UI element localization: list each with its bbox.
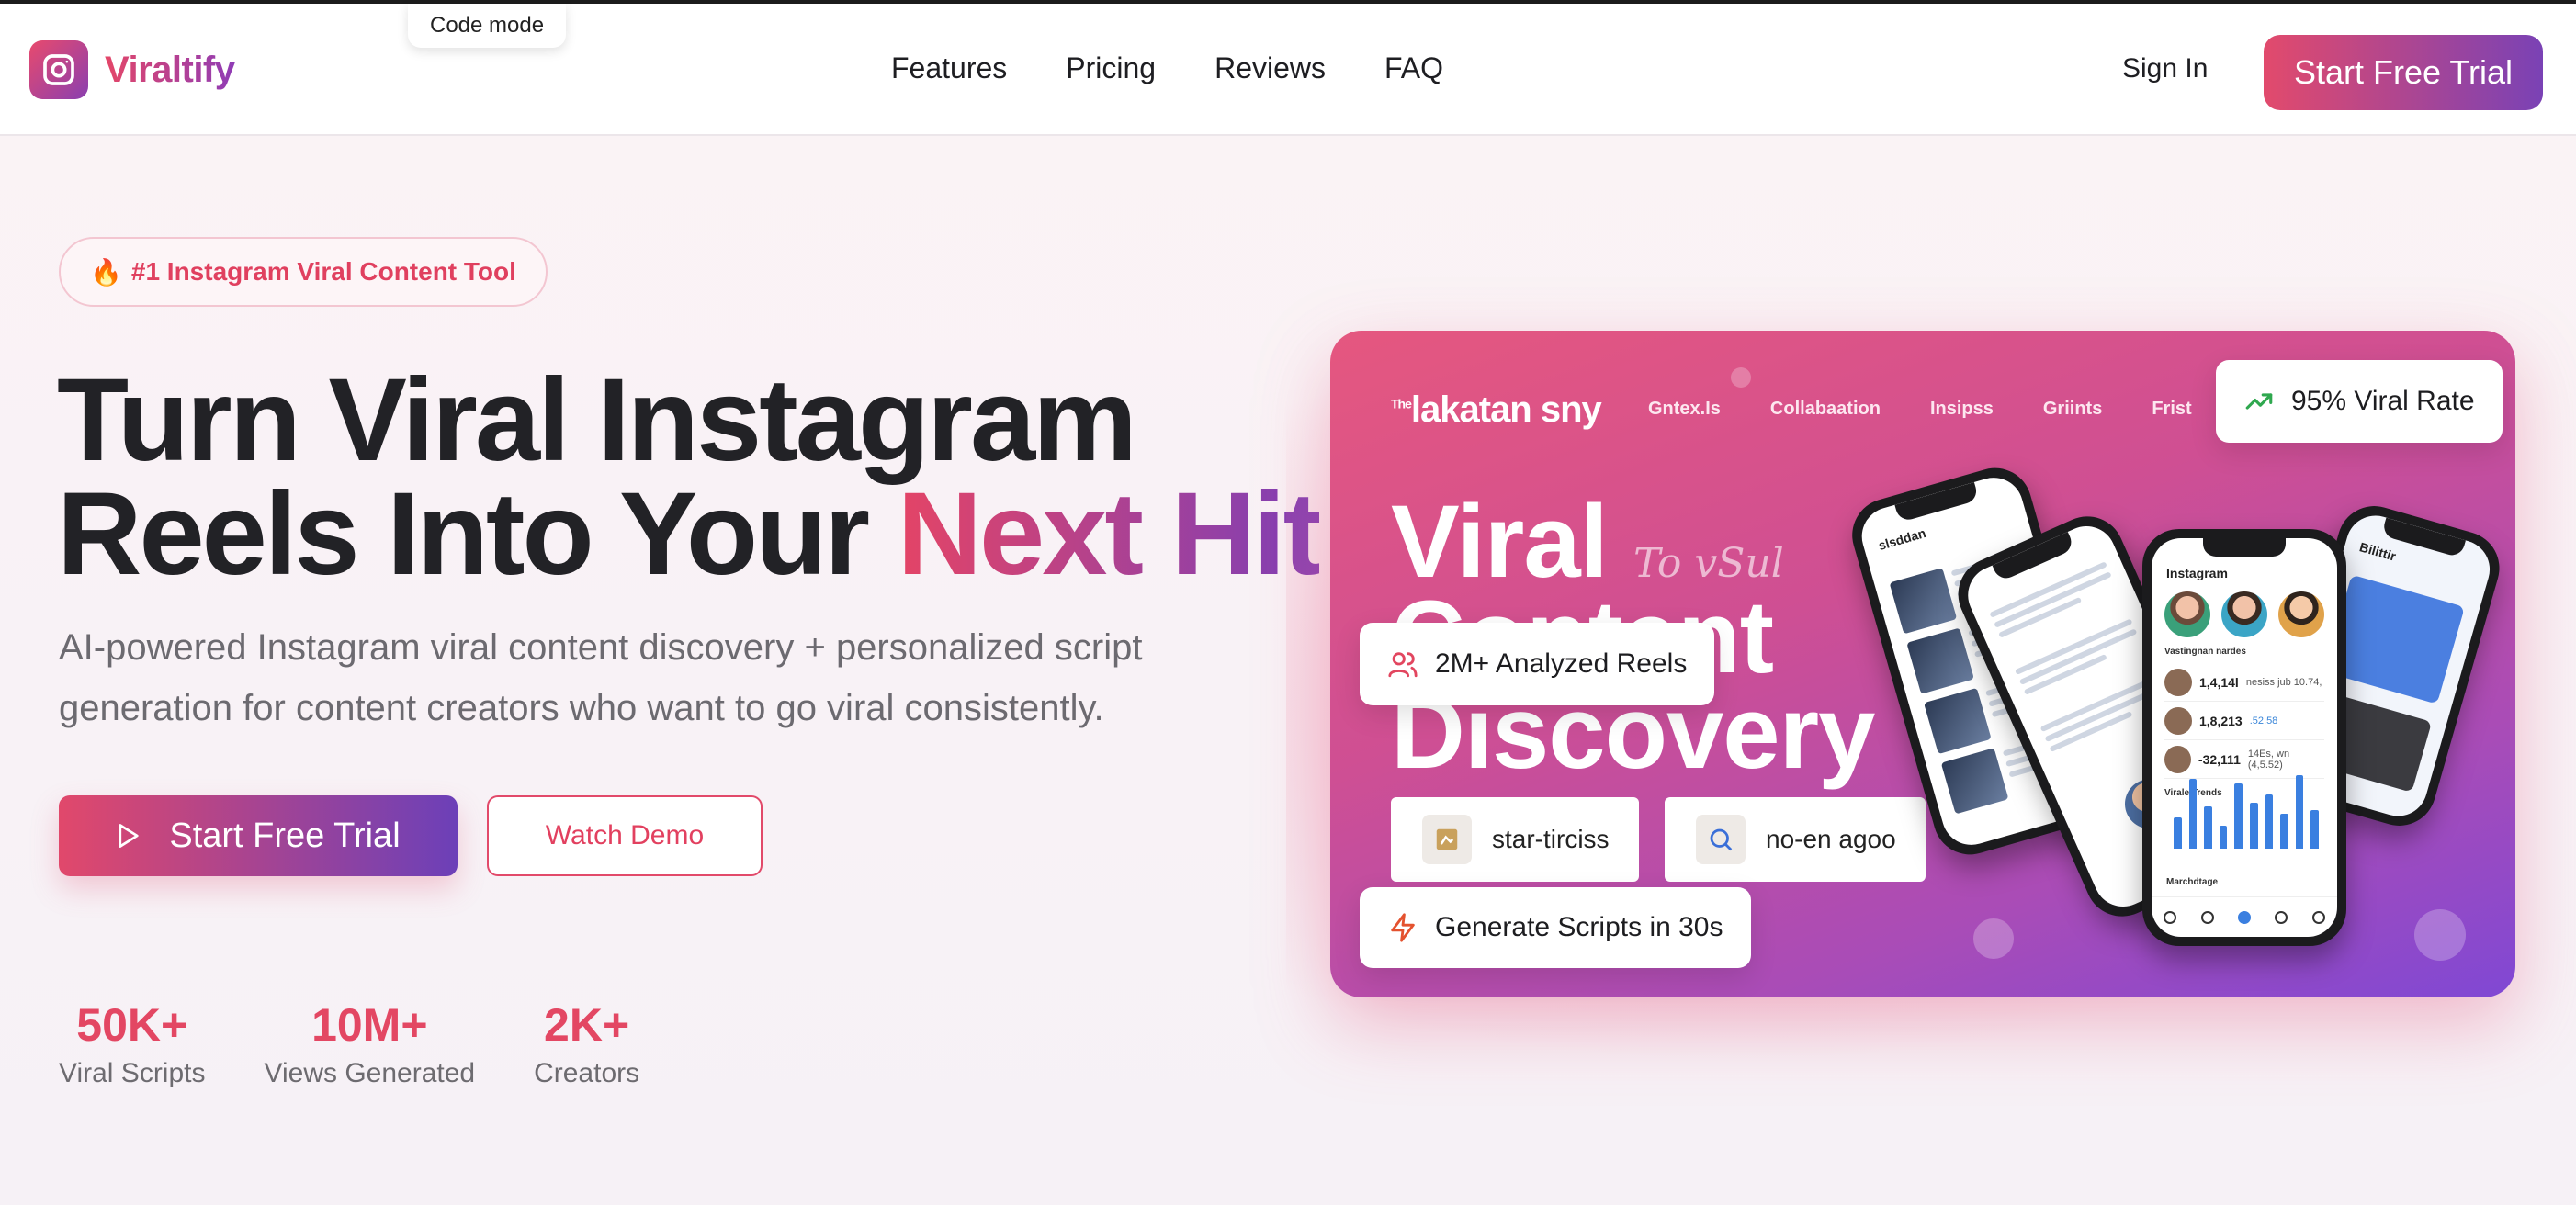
nav-link-faq[interactable]: FAQ [1384,51,1443,85]
play-icon [119,824,139,848]
stat-label: Creators [534,1058,640,1088]
phone-center-title: Instagram [2166,566,2228,580]
avatar [2164,591,2210,637]
users-icon [1388,652,1418,678]
analyzed-reels-chip: 2M+ Analyzed Reels [1360,623,1715,705]
phone-tabbar [2152,896,2337,937]
nav-link-reviews[interactable]: Reviews [1215,51,1326,85]
preview-pill-1-label: star-tirciss [1492,825,1610,853]
hero-badge-text: #1 Instagram Viral Content Tool [130,257,516,286]
analyzed-reels-label: 2M+ Analyzed Reels [1435,648,1688,679]
phone-footer-label: Marchdtage [2166,877,2219,887]
code-mode-tooltip: Code mode [408,4,567,48]
watch-demo-button[interactable]: Watch Demo [487,795,763,876]
hero-title-line1: Turn Viral Instagram [57,355,1137,486]
viral-rate-chip: 95% Viral Rate [2216,360,2503,443]
stat-value: 50K+ [76,999,188,1051]
trending-up-icon [2245,393,2273,410]
list-item: 1,8,213.52,58 [2164,702,2324,740]
top-navigation: Viraltify Code mode Features Pricing Rev… [0,4,2576,136]
stat-label: Viral Scripts [59,1058,206,1088]
phone-left-title: slsddan [1876,525,1928,553]
avatar [2221,591,2267,637]
list-item: 1,4,14l nesiss jub 10.74, [2164,663,2324,702]
preview-pill-2-label: no-en agoo [1766,825,1896,853]
bokeh-dot [1973,918,2014,959]
hero-subtitle: AI-powered Instagram viral content disco… [59,627,1143,728]
hero-badge: 🔥 #1 Instagram Viral Content Tool [59,237,548,307]
preview-menu-item: Gntex.Is [1648,399,1721,419]
viral-rate-label: 95% Viral Rate [2291,386,2475,416]
nav-link-pricing[interactable]: Pricing [1066,51,1156,85]
stat-label: Views Generated [264,1058,476,1088]
sign-in-link[interactable]: Sign In [2122,53,2208,84]
instagram-icon [29,40,88,99]
preview-script-text: To vSul [1633,540,1784,587]
hero-start-trial-label: Start Free Trial [169,816,401,855]
preview-brand-sup: The [1391,396,1412,411]
hero-title-line2: Reels Into Your [57,468,898,600]
preview-pill-2: no-en agoo [1665,797,1926,882]
phone-center-avatars [2164,591,2324,637]
brand-logo[interactable]: Viraltify [29,40,235,99]
phone-section-label: Vastingnan nardes [2164,647,2246,657]
preview-menu-item: Insipss [1929,399,1994,419]
stat-views-generated: 10M+ Views Generated [265,997,476,1089]
preview-menu: Gntex.Is Collabaation Insipss Griints Fr… [1648,399,2192,420]
stat-viral-scripts: 50K+ Viral Scripts [59,997,206,1089]
nav-start-trial-button[interactable]: Start Free Trial [2264,35,2543,110]
analytics-icon [1696,815,1746,864]
avatar [2278,591,2324,637]
hero-title-accent: Next Hit [897,468,1323,600]
nav-link-features[interactable]: Features [891,51,1007,85]
brand-name: Viraltify [105,49,235,90]
hero-start-trial-button[interactable]: Start Free Trial [59,795,458,876]
bokeh-dot [2414,909,2466,961]
generate-scripts-chip: Generate Scripts in 30s [1360,887,1751,968]
stat-value: 2K+ [544,999,630,1051]
lightning-icon [1391,913,1415,942]
preview-menu-item: Collabaation [1769,399,1881,419]
main-menu: Features Pricing Reviews FAQ [891,51,1443,85]
phone-right-title: Bilittir [2357,539,2398,564]
preview-menu-item: Frist [2152,399,2192,419]
preview-brand-text: lakatan sny [1410,389,1602,430]
hero-stats: 50K+ Viral Scripts 10M+ Views Generated … [59,997,639,1089]
bokeh-dot [1731,367,1751,388]
phone-mockup-center: Instagram Vastingnan nardes 1,4,14l nesis… [2142,529,2346,946]
preview-pill-1: star-tirciss [1391,797,1639,882]
stat-value: 10M+ [311,999,428,1051]
image-icon [1422,815,1472,864]
preview-menu-item: Griints [2042,399,2103,419]
preview-brand: Thelakatan sny [1391,389,1602,431]
stat-creators: 2K+ Creators [534,997,639,1089]
hero-title: Turn Viral Instagram Reels Into Your Nex… [57,362,1343,593]
generate-scripts-label: Generate Scripts in 30s [1435,912,1723,942]
phone-bar-chart [2174,771,2319,849]
fire-icon: 🔥 [90,257,122,287]
